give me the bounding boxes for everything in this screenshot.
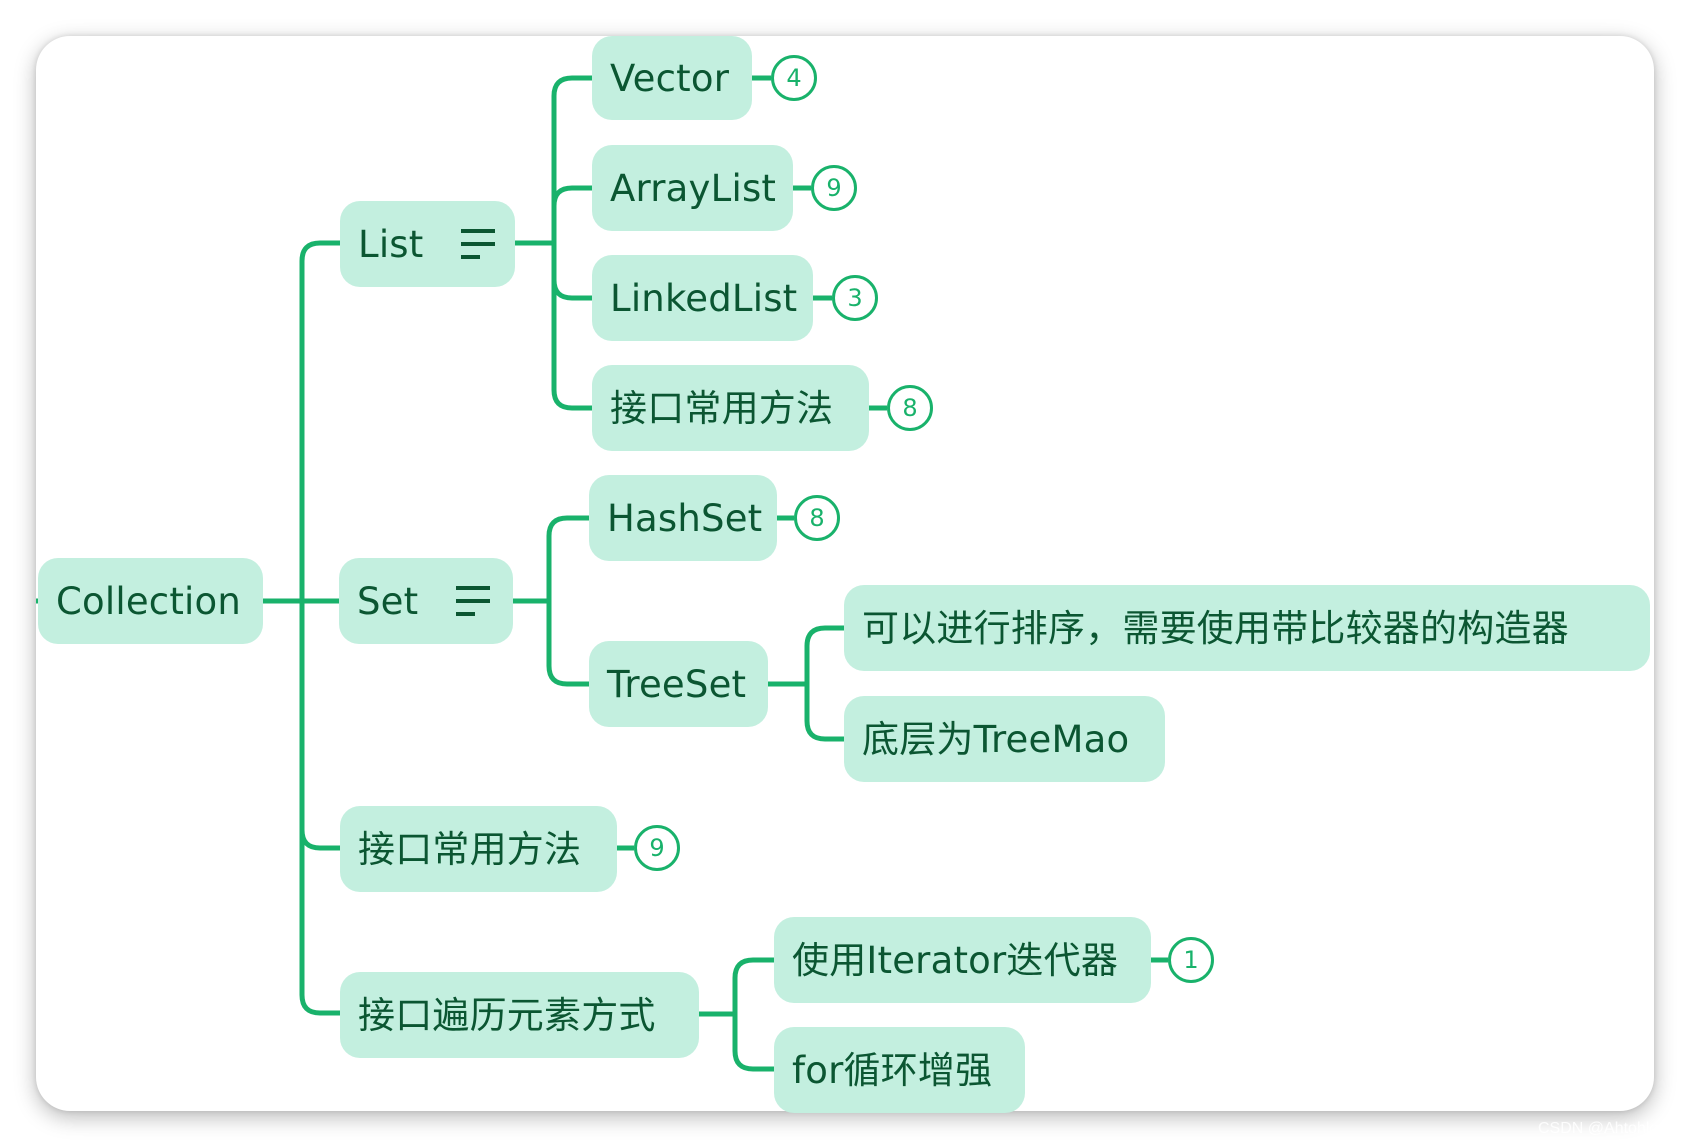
connector-set-children [546, 515, 589, 687]
node-set[interactable]: Set [339, 558, 513, 644]
node-treeset[interactable]: TreeSet [589, 641, 768, 727]
node-arraylist[interactable]: ArrayList [592, 145, 793, 231]
node-label: Collection [56, 579, 242, 623]
node-vector[interactable]: Vector [592, 36, 752, 120]
node-collection[interactable]: Collection [38, 558, 263, 644]
node-treeset-sorting[interactable]: 可以进行排序，需要使用带比较器的构造器 [844, 585, 1650, 671]
count-badge[interactable]: 8 [794, 495, 840, 541]
connector-trunk-list [299, 240, 340, 601]
connector-list-arraylist [551, 185, 592, 207]
count-badge[interactable]: 9 [634, 825, 680, 871]
node-label: Vector [610, 56, 730, 100]
count-badge[interactable]: 4 [771, 55, 817, 101]
node-label: HashSet [607, 496, 763, 540]
node-treeset-treemap[interactable]: 底层为TreeMao [844, 696, 1165, 782]
watermark: CSDN @Ahtohlove [1538, 1120, 1676, 1137]
connector-list-linkedlist [551, 279, 592, 301]
connector-traverse-children [732, 957, 774, 1072]
node-enhanced-for[interactable]: for循环增强 [774, 1027, 1025, 1113]
node-label: TreeSet [607, 662, 747, 706]
node-linkedlist[interactable]: LinkedList [592, 255, 813, 341]
notes-icon[interactable] [456, 586, 491, 616]
node-label: for循环增强 [792, 1048, 993, 1092]
count-badge[interactable]: 9 [811, 165, 857, 211]
node-label: 底层为TreeMao [862, 717, 1130, 761]
notes-icon[interactable] [461, 229, 496, 259]
node-label: Set [357, 579, 419, 623]
count-badge[interactable]: 1 [1168, 937, 1214, 983]
connector-list-vector [551, 75, 592, 411]
connector-trunk-methods [299, 829, 340, 851]
node-iterator[interactable]: 使用Iterator迭代器 [774, 917, 1151, 1003]
node-traverse-methods[interactable]: 接口遍历元素方式 [340, 972, 699, 1058]
count-badge[interactable]: 8 [887, 385, 933, 431]
node-label: LinkedList [610, 276, 798, 320]
node-hashset[interactable]: HashSet [589, 475, 777, 561]
node-label: 接口遍历元素方式 [358, 993, 656, 1037]
node-label: List [358, 222, 424, 266]
node-list-interface-methods[interactable]: 接口常用方法 [592, 365, 869, 451]
node-list[interactable]: List [340, 201, 515, 287]
node-collection-interface-methods[interactable]: 接口常用方法 [340, 806, 617, 892]
count-badge[interactable]: 3 [832, 275, 878, 321]
node-label: ArrayList [610, 166, 777, 210]
node-label: 使用Iterator迭代器 [792, 938, 1119, 982]
node-label: 接口常用方法 [610, 386, 834, 430]
node-label: 接口常用方法 [358, 827, 582, 871]
node-label: 可以进行排序，需要使用带比较器的构造器 [862, 606, 1569, 650]
connector-treeset-children [804, 625, 844, 742]
connector-trunk-bottom [299, 601, 340, 1016]
